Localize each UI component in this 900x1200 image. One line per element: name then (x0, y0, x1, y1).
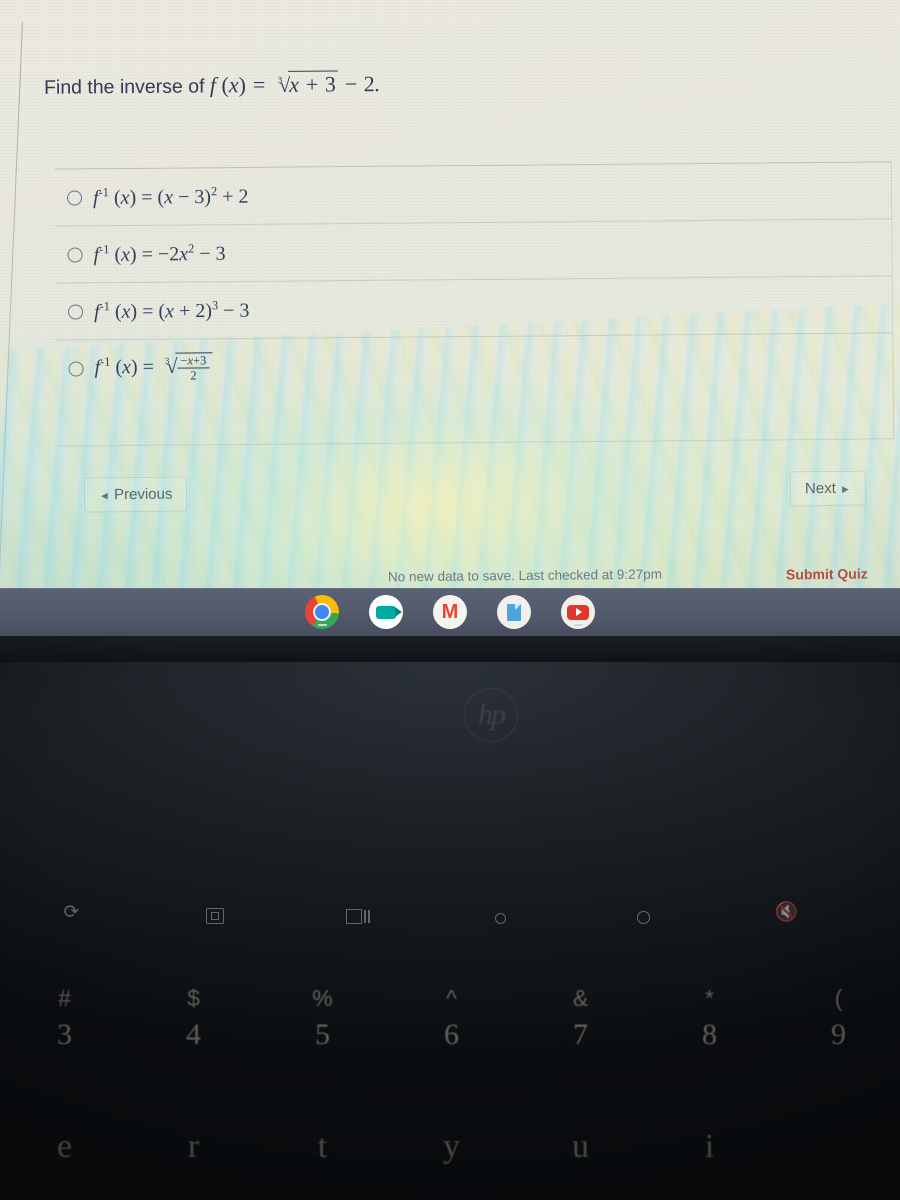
youtube-play-shape (567, 604, 589, 620)
window-overview-key[interactable] (286, 900, 429, 924)
answer-option-c[interactable]: f-1 (x) = (x + 2)3 − 3 (55, 276, 893, 341)
google-docs-icon[interactable] (497, 595, 531, 629)
letter-key-row: e r t y u i (0, 1128, 900, 1166)
key-8-symbol: * (705, 985, 714, 1011)
key-9-number: 9 (831, 1018, 846, 1051)
function-key-row: ⟳ 🔇 (0, 900, 900, 924)
key-i[interactable]: i (645, 1128, 774, 1166)
key-r-label: r (187, 1128, 200, 1165)
key-u-label: u (572, 1128, 589, 1165)
key-4[interactable]: $4 (129, 985, 258, 1052)
save-status-text: No new data to save. Last checked at 9:2… (387, 566, 662, 585)
brightness-up-key[interactable] (572, 900, 715, 924)
key-3-number: 3 (57, 1018, 72, 1051)
number-key-row: #3 $4 % 5 ^ 6 & 7 * 8 (9 (0, 985, 900, 1052)
key-6-symbol: ^ (446, 985, 457, 1011)
key-3[interactable]: #3 (0, 985, 129, 1052)
brightness-down-key[interactable] (429, 900, 572, 924)
key-5-symbol: % (312, 985, 333, 1011)
key-5[interactable]: % 5 (258, 985, 387, 1052)
key-t-label: t (317, 1128, 328, 1165)
key-e[interactable]: e (0, 1128, 129, 1166)
radio-button-b[interactable] (67, 246, 83, 263)
key-y-label: y (443, 1128, 460, 1165)
chevron-right-icon: ► (839, 483, 851, 496)
answer-option-a[interactable]: f-1 (x) = (x − 3)2 + 2 (54, 162, 892, 227)
key-t[interactable]: t (258, 1128, 387, 1166)
previous-button-label: Previous (113, 485, 173, 504)
chrome-icon[interactable] (305, 595, 339, 629)
key-4-number: 4 (186, 1018, 201, 1051)
radio-button-c[interactable] (67, 303, 84, 320)
next-button-label: Next (804, 479, 836, 498)
option-b-formula: f-1 (x) = −2x2 − 3 (93, 241, 226, 266)
key-8[interactable]: * 8 (645, 985, 774, 1052)
youtube-active-dot (573, 624, 583, 626)
google-meet-icon[interactable] (369, 595, 403, 629)
answer-option-d[interactable]: f-1 (x) = 3√ −x+3 2 (56, 333, 892, 396)
key-6-number: 6 (444, 1018, 459, 1051)
key-u[interactable]: u (516, 1128, 645, 1166)
gmail-m-glyph: M (441, 600, 459, 623)
chevron-left-icon: ◄ (98, 490, 110, 503)
previous-button[interactable]: ◄ Previous (83, 476, 188, 513)
laptop-hinge (0, 636, 900, 662)
answer-option-b[interactable]: f-1 (x) = −2x2 − 3 (55, 219, 892, 284)
quiz-container-left-border (0, 21, 23, 582)
fullscreen-key[interactable] (143, 900, 286, 924)
key-7-symbol: & (572, 985, 589, 1011)
next-button[interactable]: Next ► (789, 470, 867, 507)
key-7[interactable]: & 7 (516, 985, 645, 1052)
mute-key[interactable]: 🔇 (715, 900, 858, 924)
key-6[interactable]: ^ 6 (387, 985, 516, 1052)
chromeos-shelf: M (0, 588, 900, 636)
radio-button-d[interactable] (68, 360, 84, 377)
key-8-number: 8 (702, 1018, 717, 1051)
key-7-number: 7 (573, 1018, 588, 1051)
question-text: Find the inverse of (43, 75, 210, 99)
option-d-formula: f-1 (x) = 3√ −x+3 2 (94, 352, 213, 383)
gmail-icon[interactable]: M (433, 595, 467, 629)
brightness-up-icon (637, 911, 650, 924)
option-a-formula: f-1 (x) = (x − 3)2 + 2 (92, 183, 249, 209)
question-formula: f (x) = 3√x + 3 − 2. (209, 70, 381, 98)
key-i-label: i (704, 1128, 715, 1165)
key-e-label: e (56, 1128, 73, 1165)
key-9-symbol: ( (834, 985, 843, 1011)
key-4-symbol: $ (187, 985, 200, 1011)
window-overview-icon (345, 909, 370, 924)
chrome-active-dot (317, 624, 327, 626)
fullscreen-icon (205, 908, 224, 924)
refresh-icon: ⟳ (63, 902, 80, 923)
refresh-key[interactable]: ⟳ (0, 900, 143, 924)
key-y[interactable]: y (387, 1128, 516, 1166)
radio-button-a[interactable] (66, 189, 83, 206)
brightness-down-icon (495, 913, 506, 924)
camera-shape (376, 605, 402, 619)
question-prompt: Find the inverse of f (x) = 3√x + 3 − 2. (44, 67, 744, 99)
document-sheet-shape (507, 603, 521, 621)
option-c-formula: f-1 (x) = (x + 2)3 − 3 (93, 297, 250, 323)
hp-logo: hp (464, 688, 518, 742)
mute-icon: 🔇 (774, 902, 799, 923)
submit-quiz-button[interactable]: Submit Quiz (786, 566, 868, 583)
laptop-photo: Find the inverse of f (x) = 3√x + 3 − 2.… (0, 0, 900, 1200)
answer-options-list: f-1 (x) = (x − 3)2 + 2 f-1 (x) = −2x2 − … (54, 161, 895, 447)
laptop-screen: Find the inverse of f (x) = 3√x + 3 − 2.… (0, 0, 900, 592)
key-3-symbol: # (58, 985, 71, 1011)
key-5-number: 5 (315, 1018, 330, 1051)
key-9[interactable]: (9 (774, 985, 900, 1052)
youtube-icon[interactable] (561, 595, 595, 629)
key-r[interactable]: r (129, 1128, 258, 1166)
